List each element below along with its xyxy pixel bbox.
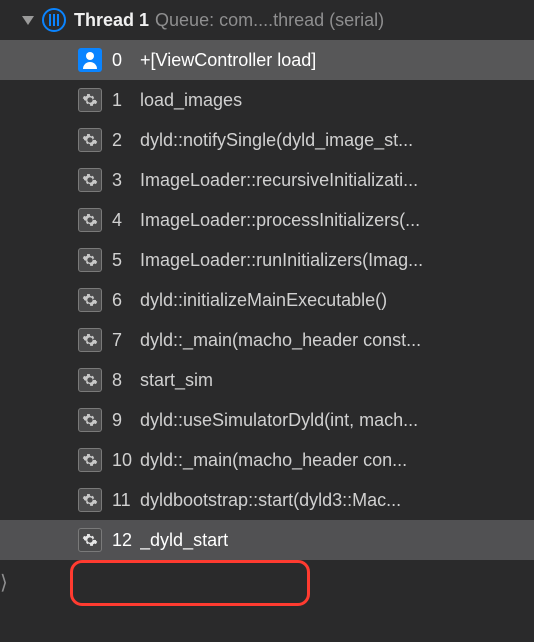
frame-label: start_sim xyxy=(140,370,213,391)
gear-icon xyxy=(78,528,102,552)
frame-label: load_images xyxy=(140,90,242,111)
frame-index: 1 xyxy=(112,90,132,111)
stack-frame-row[interactable]: 6 dyld::initializeMainExecutable() xyxy=(0,280,534,320)
frame-label: dyld::initializeMainExecutable() xyxy=(140,290,387,311)
frame-index: 2 xyxy=(112,130,132,151)
frame-label: dyld::_main(macho_header const... xyxy=(140,330,421,351)
gear-icon xyxy=(78,88,102,112)
frame-label: _dyld_start xyxy=(140,530,228,551)
user-code-icon xyxy=(78,48,102,72)
stack-frame-row[interactable]: 11 dyldbootstrap::start(dyld3::Mac... xyxy=(0,480,534,520)
disclosure-triangle-icon[interactable] xyxy=(22,16,34,25)
frame-index: 3 xyxy=(112,170,132,191)
gear-icon xyxy=(78,248,102,272)
frame-index: 5 xyxy=(112,250,132,271)
thread-icon xyxy=(42,8,66,32)
stack-frame-row[interactable]: 0 +[ViewController load] xyxy=(0,40,534,80)
frame-label: +[ViewController load] xyxy=(140,50,316,71)
frame-index: 7 xyxy=(112,330,132,351)
gear-icon xyxy=(78,448,102,472)
frame-label: ImageLoader::runInitializers(Imag... xyxy=(140,250,423,271)
frame-label: ImageLoader::processInitializers(... xyxy=(140,210,420,231)
stack-frame-row[interactable]: 4 ImageLoader::processInitializers(... xyxy=(0,200,534,240)
gear-icon xyxy=(78,408,102,432)
frame-label: dyld::notifySingle(dyld_image_st... xyxy=(140,130,413,151)
frame-index: 8 xyxy=(112,370,132,391)
stack-frame-row[interactable]: 7 dyld::_main(macho_header const... xyxy=(0,320,534,360)
thread-subtitle: Queue: com....thread (serial) xyxy=(155,10,384,31)
thread-header[interactable]: Thread 1 Queue: com....thread (serial) xyxy=(0,0,534,40)
frame-label: dyld::useSimulatorDyld(int, mach... xyxy=(140,410,418,431)
stack-frame-row[interactable]: 5 ImageLoader::runInitializers(Imag... xyxy=(0,240,534,280)
stack-frame-row[interactable]: 10 dyld::_main(macho_header con... xyxy=(0,440,534,480)
thread-title: Thread 1 xyxy=(74,10,149,31)
gear-icon xyxy=(78,328,102,352)
stack-frame-row[interactable]: 1 load_images xyxy=(0,80,534,120)
frame-index: 9 xyxy=(112,410,132,431)
gear-icon xyxy=(78,288,102,312)
left-margin-indicator: ⟩ xyxy=(0,572,12,594)
gear-icon xyxy=(78,128,102,152)
stack-frame-row[interactable]: 12 _dyld_start xyxy=(0,520,534,560)
frame-label: dyld::_main(macho_header con... xyxy=(140,450,407,471)
frame-index: 12 xyxy=(112,530,132,551)
frame-index: 0 xyxy=(112,50,132,71)
gear-icon xyxy=(78,168,102,192)
frame-index: 10 xyxy=(112,450,132,471)
gear-icon xyxy=(78,488,102,512)
frame-label: ImageLoader::recursiveInitializati... xyxy=(140,170,418,191)
gear-icon xyxy=(78,368,102,392)
annotation-highlight-box xyxy=(70,560,310,606)
stack-frame-row[interactable]: 8 start_sim xyxy=(0,360,534,400)
stack-frame-row[interactable]: 9 dyld::useSimulatorDyld(int, mach... xyxy=(0,400,534,440)
frame-index: 11 xyxy=(112,490,132,511)
stack-frame-row[interactable]: 2 dyld::notifySingle(dyld_image_st... xyxy=(0,120,534,160)
gear-icon xyxy=(78,208,102,232)
frame-index: 6 xyxy=(112,290,132,311)
frame-index: 4 xyxy=(112,210,132,231)
frame-label: dyldbootstrap::start(dyld3::Mac... xyxy=(140,490,401,511)
stack-frame-row[interactable]: 3 ImageLoader::recursiveInitializati... xyxy=(0,160,534,200)
